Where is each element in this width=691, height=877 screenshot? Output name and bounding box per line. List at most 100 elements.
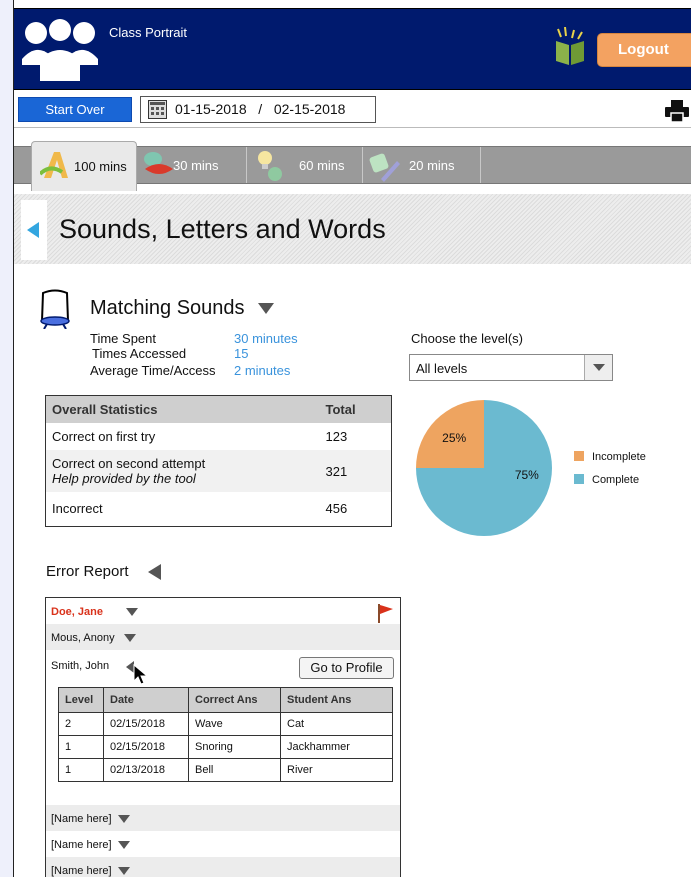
student-row[interactable]: Doe, Jane (46, 598, 400, 624)
section-title: Sounds, Letters and Words (59, 214, 386, 244)
legend-swatch (574, 451, 584, 461)
legend-swatch (574, 474, 584, 484)
tab-100-mins[interactable]: 100 mins (31, 141, 137, 191)
level-label: Choose the level(s) (411, 331, 523, 346)
cell-student-answer: Jackhammer (280, 735, 393, 759)
student-name: [Name here] (51, 865, 112, 877)
app-title: Class Portrait (109, 25, 188, 40)
tab-20-mins[interactable]: 20 mins (363, 147, 481, 183)
go-to-profile-button[interactable]: Go to Profile (299, 657, 394, 679)
open-book-icon (556, 27, 584, 65)
cell-correct-answer: Wave (188, 712, 281, 736)
table-header-row: Overall Statistics Total (45, 395, 392, 423)
student-name: [Name here] (51, 839, 112, 851)
tab-60-mins[interactable]: 60 mins (247, 147, 363, 183)
column-header: Date (103, 687, 189, 713)
stat-value: 2 minutes (234, 363, 291, 378)
tab-label: 60 mins (299, 158, 345, 173)
flag-icon[interactable] (376, 603, 394, 623)
legend-item: Incomplete (574, 451, 646, 463)
chevron-down-icon[interactable] (118, 815, 130, 823)
stat-label: Time Spent (90, 331, 156, 346)
stat-label: Average Time/Access (90, 363, 216, 378)
table-row: Correct on first try 123 (46, 423, 392, 450)
table-row: 1 02/13/2018 Bell River (58, 758, 393, 782)
chevron-left-icon (27, 222, 39, 238)
tab-label: 20 mins (409, 158, 455, 173)
table-row: 2 02/15/2018 Wave Cat (58, 712, 393, 736)
row-label-cell: Correct on second attempt Help provided … (45, 450, 322, 492)
stat-value: 15 (234, 346, 249, 361)
previous-section-button[interactable] (21, 200, 47, 260)
row-total: 456 (325, 501, 348, 517)
cell-level: 1 (58, 735, 104, 759)
date-range-picker[interactable]: 01-15-2018 / 02-15-2018 (140, 96, 376, 123)
cell-level: 1 (58, 758, 104, 782)
student-name: Smith, John (51, 660, 110, 672)
table-header-row: Level Date Correct Ans Student Ans (58, 687, 393, 713)
column-header: Student Ans (280, 687, 393, 713)
cell-student-answer: Cat (280, 712, 393, 736)
legend-label: Incomplete (592, 451, 646, 463)
tab-label: 30 mins (173, 158, 219, 173)
pencil-icon (369, 153, 400, 182)
tab-30-mins[interactable]: 30 mins (137, 147, 247, 183)
dropdown-button[interactable] (584, 355, 612, 380)
student-row[interactable]: [Name here] (46, 805, 400, 831)
cell-correct-answer: Snoring (188, 735, 281, 759)
start-over-button[interactable]: Start Over (18, 97, 132, 122)
activity-title: Matching Sounds (90, 297, 245, 319)
letter-a-icon (40, 152, 68, 178)
mouse-cursor-icon (133, 664, 149, 685)
chevron-down-icon[interactable] (118, 867, 130, 875)
completion-pie-chart: 25% 75% (416, 400, 552, 536)
table-row: Correct on second attempt Help provided … (45, 450, 392, 492)
error-report-title: Error Report (46, 563, 129, 580)
activity-tabs: 100 mins 30 mins 60 mins 20 mins (14, 141, 691, 191)
date-range-text: 01-15-2018 / 02-15-2018 (175, 101, 346, 117)
cell-date: 02/15/2018 (103, 712, 189, 736)
logout-button[interactable]: Logout (597, 33, 691, 67)
column-header: Level (58, 687, 104, 713)
printer-icon[interactable] (665, 100, 689, 122)
lips-icon (144, 152, 173, 174)
row-total: 321 (321, 450, 392, 492)
legend-item: Complete (574, 474, 639, 486)
overall-statistics-table: Overall Statistics Total Correct on firs… (45, 395, 392, 527)
activity-dropdown-icon[interactable] (258, 303, 274, 314)
cell-date: 02/15/2018 (103, 735, 189, 759)
student-name: [Name here] (51, 813, 112, 825)
tab-label: 100 mins (74, 159, 127, 174)
chevron-down-icon[interactable] (126, 608, 138, 616)
section-header: Sounds, Letters and Words (14, 194, 691, 264)
row-label: Incorrect (52, 501, 103, 517)
student-row[interactable]: [Name here] (46, 857, 400, 877)
table-row: Incorrect 456 (46, 492, 392, 526)
student-row[interactable]: Mous, Anony (46, 624, 400, 650)
app-header: Class Portrait Logout (14, 8, 691, 90)
column-header: Total (321, 395, 392, 423)
cell-student-answer: River (280, 758, 393, 782)
activity-icon (40, 289, 70, 329)
student-name: Doe, Jane (51, 606, 103, 618)
pie-slice-label: 25% (442, 431, 466, 445)
row-label: Correct on second attempt (52, 456, 206, 471)
pie-slice-label: 75% (515, 468, 539, 482)
student-name: Mous, Anony (51, 632, 115, 644)
level-select-value: All levels (416, 361, 468, 376)
toolbar: Start Over 01-15-2018 / 02-15-2018 (14, 92, 691, 128)
cell-correct-answer: Bell (188, 758, 281, 782)
error-detail-table: Level Date Correct Ans Student Ans 2 02/… (58, 687, 393, 782)
app-window: Class Portrait Logout Start Over 01-15-2… (13, 0, 691, 877)
row-total: 123 (325, 429, 348, 444)
calendar-icon[interactable] (148, 100, 167, 119)
student-row[interactable]: [Name here] (46, 831, 400, 857)
chevron-down-icon[interactable] (118, 841, 130, 849)
level-select[interactable]: All levels (409, 354, 613, 381)
chevron-down-icon[interactable] (124, 634, 136, 642)
error-report-toggle-icon[interactable] (148, 564, 161, 580)
cell-level: 2 (58, 712, 104, 736)
stat-value: 30 minutes (234, 331, 298, 346)
table-row: 1 02/15/2018 Snoring Jackhammer (58, 735, 393, 759)
legend-label: Complete (592, 474, 640, 486)
